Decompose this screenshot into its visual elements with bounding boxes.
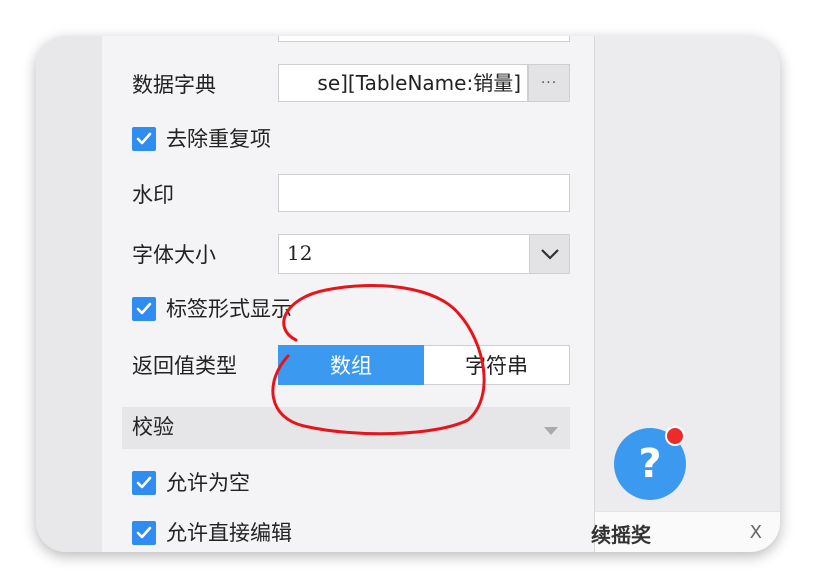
string-option-label: 字符串 (465, 354, 528, 378)
tag-display-label: 标签形式显示 (166, 297, 292, 321)
data-dict-more-button[interactable]: ··· (528, 64, 570, 102)
font-size-label: 字体大小 (132, 243, 216, 267)
chevron-down-icon (540, 249, 559, 260)
data-dict-label: 数据字典 (132, 73, 216, 97)
left-margin (36, 36, 102, 552)
checkmark-icon (136, 476, 152, 489)
close-icon[interactable]: X (750, 522, 762, 543)
array-option-label: 数组 (330, 354, 372, 378)
watermark-input[interactable] (278, 174, 570, 212)
promo-banner: 续摇奖 X (591, 511, 780, 552)
allow-edit-checkbox[interactable] (132, 521, 156, 545)
return-type-array-option[interactable]: 数组 (278, 345, 424, 385)
data-dict-field[interactable]: se][TableName:销量] (278, 64, 528, 102)
remove-duplicates-label: 去除重复项 (166, 127, 271, 151)
canvas-area: ? 续摇奖 X (591, 36, 780, 552)
collapse-triangle-icon (544, 427, 558, 435)
app-window: 数据字典 se][TableName:销量] ··· 去除重复项 水印 字体大小… (36, 36, 780, 552)
allow-edit-label: 允许直接编辑 (166, 521, 292, 545)
checkmark-icon (136, 526, 152, 539)
validation-section-title: 校验 (132, 415, 174, 439)
top-field-partial[interactable] (278, 36, 570, 42)
allow-empty-checkbox[interactable] (132, 471, 156, 495)
font-size-select[interactable]: 12 (278, 234, 570, 274)
tag-display-checkbox[interactable] (132, 297, 156, 321)
font-size-value: 12 (287, 241, 313, 265)
data-dict-value: se][TableName:销量] (317, 71, 521, 95)
watermark-label: 水印 (132, 183, 174, 207)
checkmark-icon (136, 132, 152, 145)
remove-duplicates-checkbox[interactable] (132, 127, 156, 151)
return-type-label: 返回值类型 (132, 354, 237, 378)
promo-banner-text: 续摇奖 (591, 523, 651, 547)
return-type-string-option[interactable]: 字符串 (424, 345, 570, 385)
properties-panel: 数据字典 se][TableName:销量] ··· 去除重复项 水印 字体大小… (102, 36, 595, 552)
font-size-dropdown-button[interactable] (529, 235, 569, 273)
checkmark-icon (136, 302, 152, 315)
more-dots-icon: ··· (540, 75, 558, 91)
help-symbol: ? (638, 441, 662, 487)
validation-section-header[interactable]: 校验 (122, 407, 570, 449)
notification-badge (665, 426, 685, 446)
allow-empty-label: 允许为空 (166, 471, 250, 495)
